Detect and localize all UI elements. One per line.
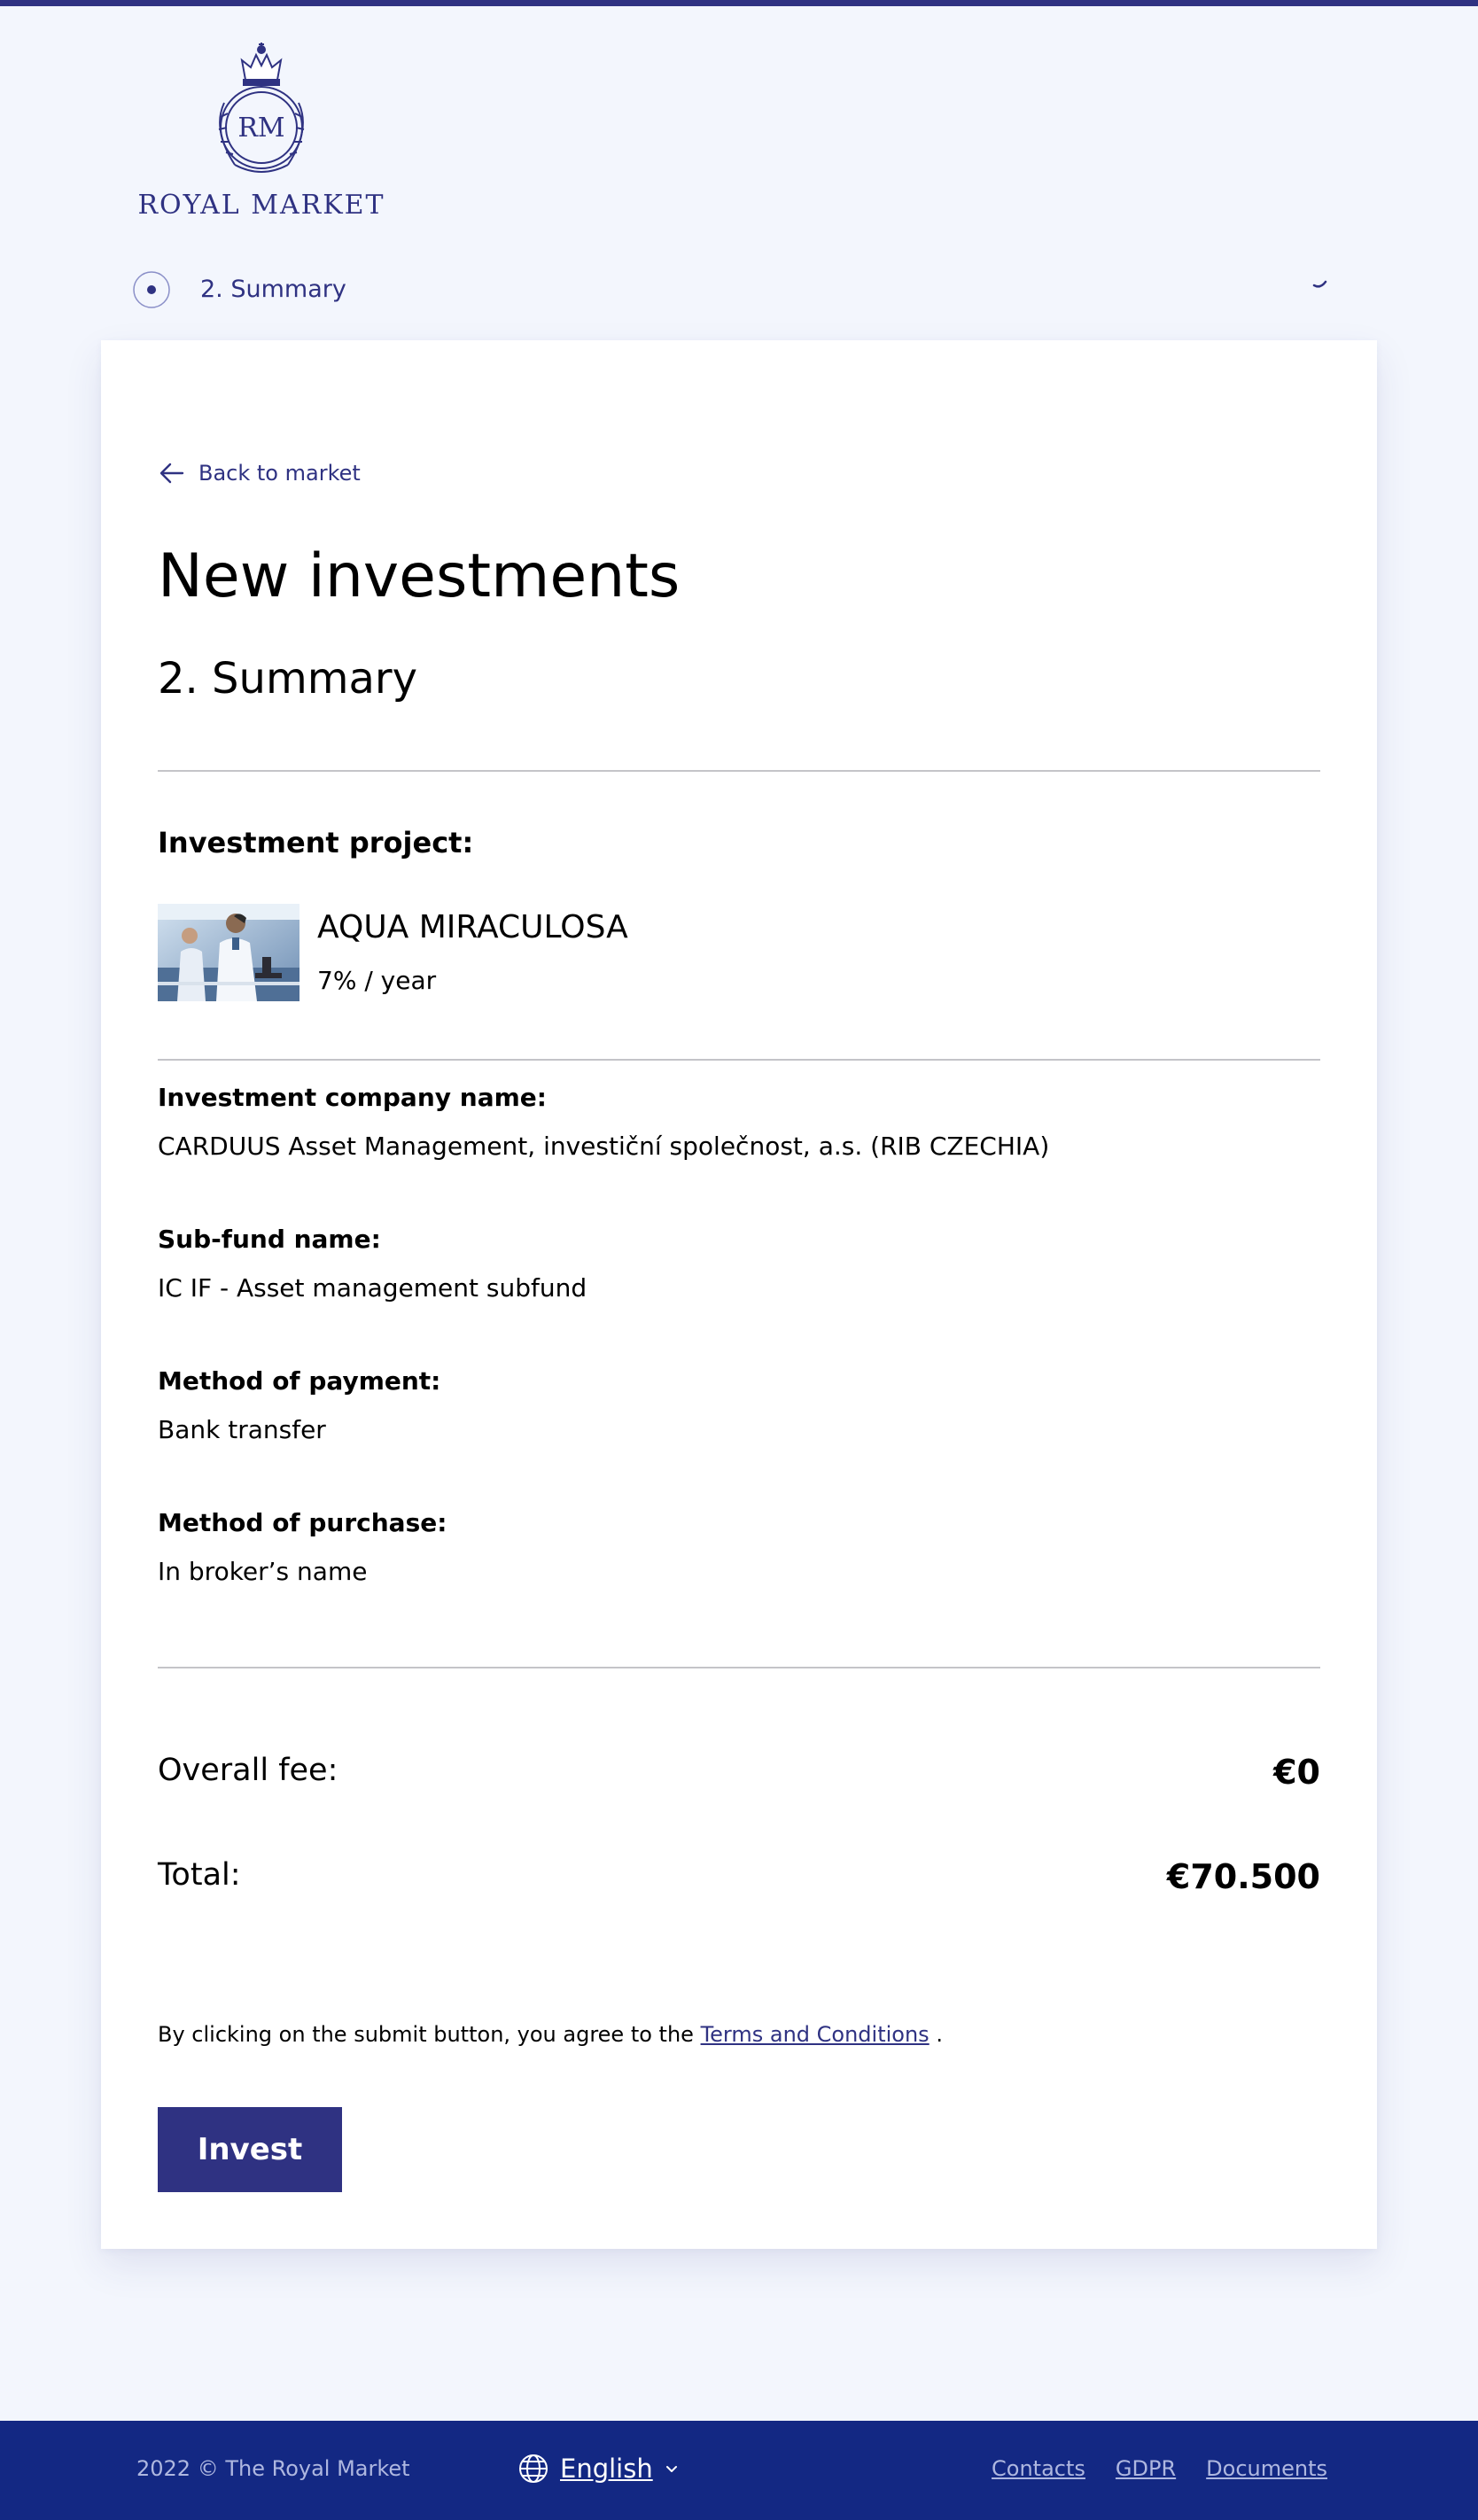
divider (158, 770, 1320, 772)
current-step-label: 2. Summary (200, 276, 346, 303)
sub-fund-label: Sub-fund name: (158, 1225, 381, 1254)
overall-fee-value: €0 (1273, 1753, 1320, 1792)
language-selector[interactable]: English (517, 2451, 680, 2486)
divider (158, 1667, 1320, 1668)
globe-icon (519, 2454, 548, 2483)
divider (158, 1059, 1320, 1061)
language-label: English (560, 2454, 653, 2484)
consent-prefix: By clicking on the submit button, you ag… (158, 2022, 701, 2047)
copyright-text: 2022 © The Royal Market (136, 2456, 410, 2481)
back-to-market-link[interactable]: Back to market (158, 457, 361, 489)
consent-suffix: . (929, 2022, 943, 2047)
page-title: New investments (158, 541, 681, 611)
payment-method-label: Method of payment: (158, 1366, 441, 1396)
back-link-label: Back to market (198, 461, 361, 486)
radio-dot-icon (133, 271, 170, 308)
overall-fee-label: Overall fee: (158, 1753, 338, 1788)
chevron-down-icon (665, 2466, 677, 2472)
project-name: AQUA MIRACULOSA (317, 909, 628, 945)
footer-links: Contacts GDPR Documents (992, 2456, 1327, 2481)
invest-button[interactable]: Invest (158, 2107, 342, 2192)
svg-text:RM: RM (237, 113, 284, 144)
investment-company-label: Investment company name: (158, 1083, 547, 1112)
purchase-method-label: Method of purchase: (158, 1508, 447, 1537)
terms-and-conditions-link[interactable]: Terms and Conditions (701, 2022, 930, 2047)
documents-link[interactable]: Documents (1206, 2456, 1327, 2481)
project-image (158, 904, 299, 1001)
project-heading: Investment project: (158, 826, 474, 859)
footer: 2022 © The Royal Market English Contacts… (0, 2421, 1478, 2520)
total-value: €70.500 (1166, 1857, 1320, 1896)
arrow-left-icon (159, 463, 184, 484)
contacts-link[interactable]: Contacts (992, 2456, 1085, 2481)
purchase-method-value: In broker’s name (158, 1557, 368, 1586)
crown-crest-icon: RM (218, 43, 305, 173)
royal-market-logo[interactable]: RM ROYAL MARKET (133, 41, 390, 227)
brand-wordmark: ROYAL MARKET (137, 190, 385, 221)
investment-company-value: CARDUUS Asset Management, investiční spo… (158, 1132, 1050, 1161)
section-title: 2. Summary (158, 654, 418, 704)
summary-card: Back to market New investments 2. Summar… (101, 340, 1377, 2249)
terms-consent-text: By clicking on the submit button, you ag… (158, 2022, 943, 2047)
gdpr-link[interactable]: GDPR (1116, 2456, 1176, 2481)
top-accent-bar (0, 0, 1478, 6)
chevron-down-icon[interactable] (1308, 275, 1329, 296)
step-indicator[interactable]: 2. Summary (133, 271, 1329, 312)
project-rate: 7% / year (317, 966, 437, 995)
total-label: Total: (158, 1857, 241, 1893)
payment-method-value: Bank transfer (158, 1415, 326, 1444)
sub-fund-value: IC IF - Asset management subfund (158, 1273, 587, 1303)
